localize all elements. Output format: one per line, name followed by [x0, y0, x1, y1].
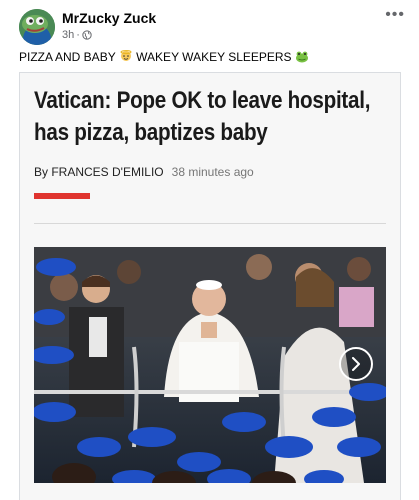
carousel-next-button[interactable] [339, 347, 373, 381]
post-meta: 3h · [62, 29, 92, 41]
more-options-icon[interactable]: ••• [385, 6, 405, 24]
globe-icon [82, 30, 92, 40]
caption-text-1: PIZZA AND BABY [19, 50, 116, 64]
article-byline: By FRANCES D'EMILIO 38 minutes ago [34, 165, 254, 179]
photo-illustration [34, 247, 386, 483]
post-time[interactable]: 3h [62, 29, 74, 41]
divider [34, 223, 386, 224]
accent-bar [34, 193, 90, 199]
post-caption: PIZZA AND BABY WAKEY WAKEY SLEEPERS [19, 50, 309, 64]
baby-angel-emoji-icon [119, 50, 133, 63]
chevron-right-icon [352, 357, 360, 371]
article-photo[interactable] [34, 247, 386, 483]
avatar[interactable] [19, 9, 55, 45]
frog-emoji-icon [295, 50, 309, 63]
author-byline: By FRANCES D'EMILIO [34, 165, 164, 179]
author-name[interactable]: MrZucky Zuck [62, 10, 156, 26]
meta-separator: · [76, 29, 80, 41]
link-preview-card[interactable]: Vatican: Pope OK to leave hospital, has … [19, 72, 401, 500]
article-time: 38 minutes ago [171, 165, 254, 179]
caption-text-2: WAKEY WAKEY SLEEPERS [136, 50, 292, 64]
article-headline[interactable]: Vatican: Pope OK to leave hospital, has … [34, 85, 387, 149]
facebook-post: MrZucky Zuck 3h · ••• PIZZA AND BABY WAK… [0, 0, 419, 500]
